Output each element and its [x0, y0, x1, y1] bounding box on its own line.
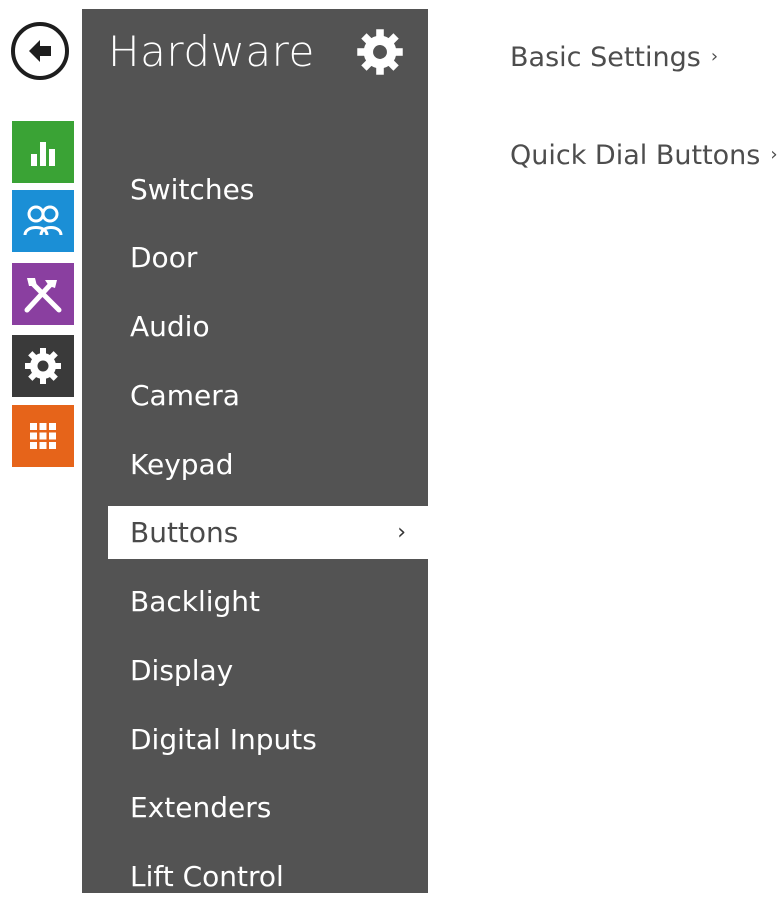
system-nav-button[interactable] [12, 335, 74, 397]
status-chart-icon [31, 142, 55, 166]
sidebar-item-label: Buttons [130, 516, 239, 549]
chevron-right-icon: › [710, 46, 719, 67]
sidebar-item-backlight[interactable]: Backlight [82, 575, 428, 628]
tools-icon [24, 278, 62, 313]
services-nav-button[interactable] [12, 263, 74, 325]
link-label: Basic Settings [510, 42, 701, 73]
sidebar-item-lift-control[interactable]: Lift Control [82, 850, 428, 903]
link-label: Quick Dial Buttons [510, 140, 761, 171]
back-button[interactable] [11, 22, 69, 80]
sidebar-item-keypad[interactable]: Keypad [82, 438, 428, 491]
gear-icon [25, 348, 61, 384]
sidebar-item-audio[interactable]: Audio [82, 300, 428, 353]
sidebar-item-door[interactable]: Door [82, 231, 428, 284]
sidebar-item-display[interactable]: Display [82, 644, 428, 697]
sidebar-item-camera[interactable]: Camera [82, 369, 428, 422]
hardware-sidebar: Hardware Switches Door Audio Camera Keyp… [82, 9, 428, 893]
back-arrow-icon [29, 40, 51, 62]
users-icon [23, 205, 63, 236]
grid-icon [30, 423, 56, 449]
apps-nav-button[interactable] [12, 405, 74, 467]
sidebar-item-switches[interactable]: Switches [82, 163, 428, 216]
sidebar-item-digital-inputs[interactable]: Digital Inputs [82, 713, 428, 766]
chevron-right-icon: › [770, 144, 778, 165]
status-nav-button[interactable] [12, 121, 74, 183]
quick-dial-buttons-link[interactable]: Quick Dial Buttons › [510, 140, 778, 171]
directory-nav-button[interactable] [12, 190, 74, 252]
sidebar-item-buttons[interactable]: Buttons › [108, 506, 428, 559]
sidebar-title: Hardware [108, 27, 315, 76]
chevron-right-icon: › [397, 520, 406, 545]
sidebar-item-extenders[interactable]: Extenders [82, 781, 428, 834]
gear-icon [357, 29, 403, 75]
basic-settings-link[interactable]: Basic Settings › [510, 42, 718, 73]
